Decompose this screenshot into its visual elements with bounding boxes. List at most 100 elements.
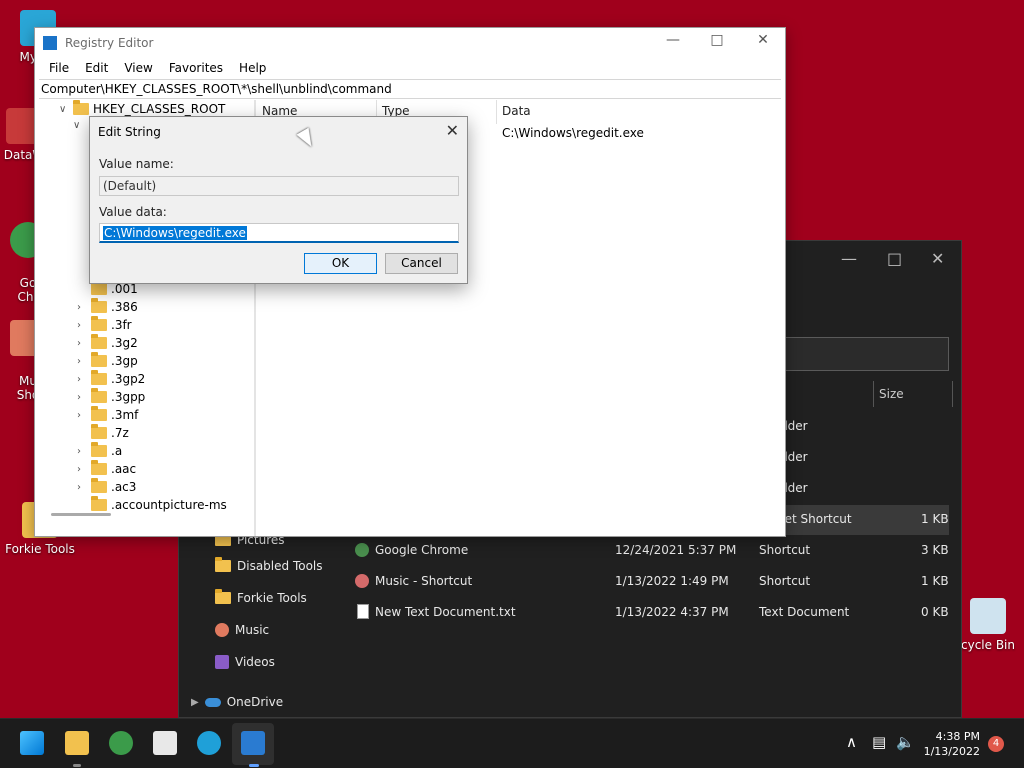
volume-icon[interactable]: 🔈 <box>896 733 915 751</box>
file-type: Text Document <box>759 605 850 619</box>
chevron-up-icon[interactable]: ∧ <box>846 733 857 751</box>
chrome-icon[interactable] <box>109 731 133 755</box>
file-date: 1/13/2022 1:49 PM <box>615 574 729 588</box>
chevron-right-icon[interactable]: › <box>77 320 87 331</box>
tree-item[interactable]: › .386 <box>77 298 138 314</box>
tree-item[interactable]: › .a <box>77 442 122 458</box>
ok-button[interactable]: OK <box>304 253 377 274</box>
tree-item[interactable]: › .3gp2 <box>77 370 145 386</box>
file-date: 12/24/2021 5:37 PM <box>615 543 737 557</box>
menu-help[interactable]: Help <box>231 58 274 78</box>
network-icon[interactable]: ▤ <box>872 733 886 751</box>
folder-icon <box>91 370 107 385</box>
minimize-icon[interactable]: — <box>841 249 857 268</box>
chevron-right-icon[interactable]: › <box>77 338 87 349</box>
tree-item[interactable]: › .3mf <box>77 406 138 422</box>
address-bar[interactable]: Computer\HKEY_CLASSES_ROOT\*\shell\unbli… <box>39 79 781 99</box>
close-icon[interactable]: ✕ <box>931 249 944 268</box>
microsoft-store-icon[interactable] <box>153 731 177 755</box>
file-explorer-icon[interactable] <box>65 731 89 755</box>
edit-string-dialog: Edit String ✕ Value name: (Default) Valu… <box>89 116 468 284</box>
chevron-right-icon[interactable]: › <box>77 410 87 421</box>
value-data-field[interactable]: C:\Windows\regedit.exe <box>99 223 459 243</box>
chevron-down-icon[interactable]: ∨ <box>73 120 83 131</box>
tree-item[interactable]: › .3g2 <box>77 334 138 350</box>
chevron-right-icon[interactable]: › <box>77 374 87 385</box>
chevron-right-icon[interactable]: › <box>77 302 87 313</box>
tree-item[interactable]: .001 <box>77 280 138 296</box>
active-indicator <box>249 764 259 767</box>
tree-item[interactable]: .7z <box>77 424 129 440</box>
menu-edit[interactable]: Edit <box>77 58 116 78</box>
tree-item-hkey-classes-root[interactable]: ∨ HKEY_CLASSES_ROOT <box>59 100 225 116</box>
value-name-field[interactable]: (Default) <box>99 176 459 196</box>
file-name[interactable]: net Shortcut <box>777 512 852 526</box>
desktop-icon-label: Forkie Tools <box>5 542 75 556</box>
folder-icon <box>91 496 107 511</box>
folder-icon <box>91 388 107 403</box>
menu-bar: File Edit View Favorites Help <box>35 58 274 78</box>
folder-icon <box>91 460 107 475</box>
file-date: 1/13/2022 4:37 PM <box>615 605 729 619</box>
videos-icon <box>215 655 229 669</box>
start-button-icon[interactable] <box>20 731 44 755</box>
menu-favorites[interactable]: Favorites <box>161 58 231 78</box>
column-divider[interactable] <box>496 100 497 124</box>
cancel-button[interactable]: Cancel <box>385 253 458 274</box>
menu-file[interactable]: File <box>41 58 77 78</box>
tree-item[interactable]: ∨ <box>73 120 83 131</box>
file-name: New Text Document.txt <box>375 605 516 619</box>
chevron-right-icon[interactable]: › <box>77 356 87 367</box>
notification-badge[interactable]: 4 <box>988 736 1004 752</box>
chevron-right-icon[interactable]: › <box>77 446 87 457</box>
chevron-right-icon[interactable]: › <box>77 482 87 493</box>
search-input[interactable] <box>785 337 949 371</box>
tree-item[interactable]: › .3gpp <box>77 388 145 404</box>
tree-item[interactable]: .accountpicture-ms <box>77 496 227 512</box>
nav-item-disabled-tools[interactable]: Disabled Tools <box>215 557 323 573</box>
system-clock[interactable]: 4:38 PM 1/13/2022 <box>924 729 980 759</box>
folder-icon <box>91 424 107 439</box>
column-header-data[interactable]: Data <box>502 104 531 118</box>
file-size: 3 KB <box>921 543 949 557</box>
file-size: 1 KB <box>921 574 949 588</box>
clock-time: 4:38 PM <box>935 730 980 743</box>
nav-item-videos[interactable]: Videos <box>215 655 275 669</box>
folder-icon <box>91 280 107 295</box>
chevron-down-icon[interactable]: ∨ <box>59 104 69 115</box>
selected-text: C:\Windows\regedit.exe <box>103 226 247 240</box>
tree-item[interactable]: › .3gp <box>77 352 138 368</box>
taskbar: ∧ ▤ 🔈 4:38 PM 1/13/2022 4 <box>0 718 1024 768</box>
chevron-right-icon[interactable]: ▶ <box>191 697 199 708</box>
column-header-size[interactable]: Size <box>879 387 904 401</box>
folder-icon <box>91 406 107 421</box>
chevron-right-icon[interactable]: › <box>77 392 87 403</box>
column-divider <box>873 381 874 407</box>
desktop-icon-label: cycle Bin <box>961 638 1015 652</box>
folder-icon <box>215 589 231 604</box>
nav-item-forkie-tools[interactable]: Forkie Tools <box>215 589 307 605</box>
chevron-right-icon[interactable]: › <box>77 464 87 475</box>
menu-view[interactable]: View <box>116 58 160 78</box>
tree-item[interactable]: › .ac3 <box>77 478 136 494</box>
onedrive-icon <box>204 697 221 707</box>
file-size: 1 KB <box>921 512 949 526</box>
maximize-icon[interactable]: □ <box>697 32 737 48</box>
minimize-icon[interactable]: — <box>653 32 693 48</box>
music-shortcut-icon <box>355 574 369 591</box>
registry-editor-icon[interactable] <box>241 731 265 755</box>
value-data-cell[interactable]: C:\Windows\regedit.exe <box>502 126 644 140</box>
folder-icon <box>91 352 107 367</box>
maximize-icon[interactable]: □ <box>887 249 902 268</box>
nav-item-music[interactable]: Music <box>215 623 269 637</box>
close-icon[interactable]: ✕ <box>743 32 783 48</box>
window-title: Registry Editor <box>65 36 154 50</box>
edge-icon[interactable] <box>197 731 221 755</box>
close-icon[interactable]: ✕ <box>446 121 459 140</box>
tree-item[interactable]: › .aac <box>77 460 136 476</box>
chrome-icon <box>355 543 369 560</box>
nav-item-onedrive[interactable]: ▶ OneDrive <box>191 695 283 709</box>
folder-icon <box>91 334 107 349</box>
tree-item[interactable]: › .3fr <box>77 316 132 332</box>
horizontal-scrollbar[interactable] <box>51 513 111 516</box>
